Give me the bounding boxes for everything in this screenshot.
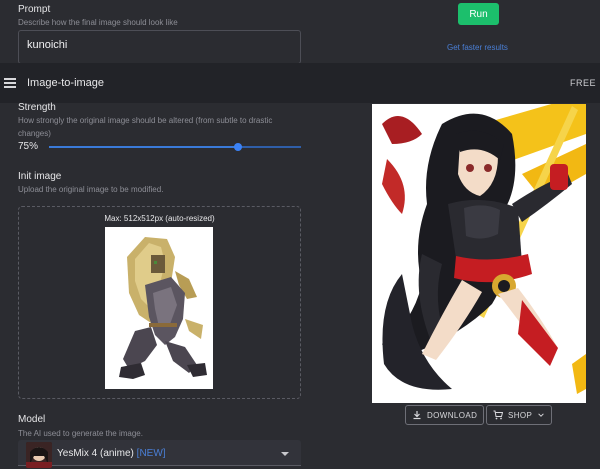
get-faster-results-link[interactable]: Get faster results <box>447 43 508 52</box>
run-button[interactable]: Run <box>458 3 499 25</box>
model-label: Model <box>18 414 46 425</box>
init-image-dropzone[interactable]: Max: 512x512px (auto-resized) <box>18 206 301 399</box>
download-label: DOWNLOAD <box>427 410 478 420</box>
model-description: The AI used to generate the image. <box>18 429 143 438</box>
prompt-input[interactable]: kunoichi <box>18 30 301 64</box>
chevron-down-icon <box>538 413 545 417</box>
model-name-text: YesMix 4 (anime) <box>57 448 134 459</box>
download-icon <box>413 411 421 420</box>
output-image <box>372 104 586 403</box>
prompt-label: Prompt <box>18 4 51 15</box>
cart-icon <box>493 410 503 420</box>
model-select[interactable]: YesMix 4 (anime) [NEW] <box>18 440 301 468</box>
strength-label: Strength <box>18 102 56 113</box>
app-bar: Image-to-image FREE <box>0 63 600 103</box>
shop-label: SHOP <box>508 410 533 420</box>
init-image-caption: Max: 512x512px (auto-resized) <box>104 214 215 223</box>
generated-kunoichi-image <box>372 104 586 403</box>
chevron-down-icon <box>281 452 289 456</box>
shop-button[interactable]: SHOP <box>486 405 553 425</box>
model-thumbnail <box>26 442 52 468</box>
prompt-input-value: kunoichi <box>27 39 68 51</box>
pixel-ninja-image <box>105 227 213 389</box>
init-image-description: Upload the original image to be modified… <box>18 185 164 194</box>
model-new-badge: [NEW] <box>136 448 166 459</box>
plan-badge[interactable]: FREE <box>570 78 596 88</box>
hamburger-menu-icon[interactable] <box>4 78 16 88</box>
prompt-description: Describe how the final image should look… <box>18 18 178 27</box>
download-button[interactable]: DOWNLOAD <box>405 405 485 425</box>
app-bar-title: Image-to-image <box>27 77 105 89</box>
strength-description: How strongly the original image should b… <box>18 116 273 138</box>
strength-slider-thumb[interactable] <box>234 143 242 151</box>
strength-slider-fill <box>49 146 238 148</box>
init-image-label: Init image <box>18 171 62 182</box>
model-selected-value: YesMix 4 (anime) [NEW] <box>57 448 166 459</box>
init-image-preview <box>105 227 213 389</box>
strength-value: 75% <box>18 141 39 152</box>
